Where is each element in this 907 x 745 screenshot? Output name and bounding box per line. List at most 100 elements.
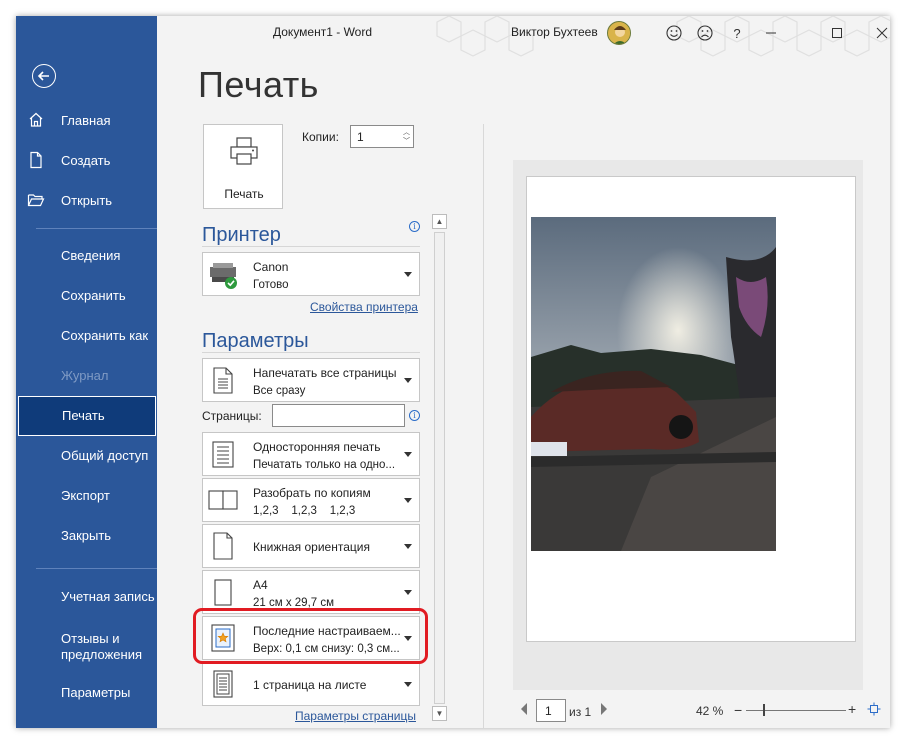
print-button[interactable]: Печать [203,124,283,209]
orientation-dropdown[interactable]: Книжная ориентация [202,524,420,568]
sidebar-item-home[interactable]: Главная [16,100,157,140]
new-document-icon [16,151,56,169]
print-range-line2: Все сразу [253,385,306,397]
user-name[interactable]: Виктор Бухтеев [511,25,598,39]
user-avatar[interactable] [607,21,631,45]
help-button[interactable]: ? [726,22,748,44]
sidebar-item-label: Отзывы и предложения [61,631,143,662]
page-number-input[interactable]: 1 [536,699,566,722]
previous-page-icon[interactable] [519,702,529,719]
settings-section-title: Параметры [202,330,309,352]
sidebar-item-label: Создать [61,152,111,168]
printer-dropdown[interactable]: Canon Готово [202,252,420,296]
margins-line1: Последние настраиваем... [253,624,401,638]
copies-stepper[interactable]: 1 ︿ ﹀ [350,125,414,148]
sidebar-item-save[interactable]: Сохранить [16,276,157,316]
pages-per-sheet-value: 1 страница на листе [253,678,367,692]
frown-feedback-icon[interactable] [694,22,716,44]
pages-per-sheet-dropdown[interactable]: 1 страница на листе [202,662,420,706]
maximize-icon[interactable] [826,22,848,44]
print-range-line1: Напечатать все страницы [253,366,397,380]
sidebar-item-label: Общий доступ [61,448,149,463]
section-divider [202,246,420,247]
collation-line2: 1,2,3 1,2,3 1,2,3 [253,505,356,517]
sidebar-item-account[interactable]: Учетная запись [16,577,157,617]
document-title: Документ1 - Word [273,25,373,39]
sidebar-item-label: Экспорт [61,488,110,503]
sidebar-item-open[interactable]: Открыть [16,180,157,220]
sidebar-item-history: Журнал [16,356,157,396]
page-title: Печать [198,64,319,105]
one-sided-print-icon [207,438,239,470]
chevron-down-icon[interactable]: ﹀ [403,136,410,146]
sides-line2: Печатать только на одно... [253,459,396,471]
scroll-down-icon[interactable]: ▼ [432,706,447,721]
printer-section-title: Принтер [202,224,281,246]
paper-size-icon [207,576,239,608]
scrollbar-track[interactable] [434,232,445,704]
sides-dropdown[interactable]: Односторонняя печать Печатать только на … [202,432,420,476]
title-bar: Документ1 - Word Виктор Бухтеев ? [157,16,890,57]
section-divider [202,352,420,353]
sidebar-item-info[interactable]: Сведения [16,236,157,276]
print-range-dropdown[interactable]: Напечатать все страницы Все сразу [202,358,420,402]
sidebar-item-label: Журнал [61,368,109,383]
zoom-out-icon[interactable]: − [734,702,742,718]
info-icon[interactable]: i [409,221,420,232]
word-window: Главная Создать Открыть Сведения Сохрани… [16,16,890,728]
chevron-down-icon [404,378,412,383]
margins-line2: Верх: 0,1 см снизу: 0,3 см... [253,643,400,655]
paper-size-line2: 21 см x 29,7 см [253,597,335,609]
zoom-in-icon[interactable]: + [848,701,856,717]
sidebar-divider [36,568,157,569]
background-pattern [436,16,890,57]
chevron-down-icon [404,544,412,549]
sidebar-item-label: Сохранить [61,288,126,303]
fit-to-page-icon[interactable] [867,702,881,719]
minimize-icon[interactable] [760,22,782,44]
info-icon[interactable]: i [409,410,420,421]
back-button[interactable] [32,64,56,88]
pages-input[interactable] [272,404,405,427]
settings-scrollbar[interactable]: ▲ ▼ [432,214,447,722]
next-page-icon[interactable] [599,702,609,719]
printer-ready-icon [207,258,239,290]
pane-divider [483,124,484,728]
sidebar-item-share[interactable]: Общий доступ [16,436,157,476]
sidebar-item-export[interactable]: Экспорт [16,476,157,516]
sidebar-item-save-as[interactable]: Сохранить как [16,316,157,356]
printer-icon [230,137,258,165]
sidebar-item-label: Открыть [61,192,113,208]
page-setup-link[interactable]: Параметры страницы [295,709,416,723]
page-count: из 1 [569,705,592,719]
smile-feedback-icon[interactable] [663,22,685,44]
zoom-slider-thumb[interactable] [763,704,765,716]
paper-size-dropdown[interactable]: A4 21 см x 29,7 см [202,570,420,614]
zoom-slider[interactable] [746,710,846,711]
sidebar-item-feedback[interactable]: Отзывы и предложения [16,625,157,669]
print-button-label: Печать [224,187,264,201]
sidebar-item-options[interactable]: Параметры [16,673,157,713]
collation-line1: Разобрать по копиям [253,486,371,500]
sidebar-item-label: Печать [62,408,105,423]
sides-line1: Односторонняя печать [253,440,381,454]
pages-per-sheet-icon [207,668,239,700]
zoom-level: 42 % [696,704,724,718]
scroll-up-icon[interactable]: ▲ [432,214,447,229]
sidebar-item-new[interactable]: Создать [16,140,157,180]
sidebar-item-label: Параметры [61,685,131,700]
margins-dropdown[interactable]: Последние настраиваем... Верх: 0,1 см сн… [202,616,420,660]
folder-icon [16,191,56,209]
copies-label: Копии: [302,130,339,144]
chevron-down-icon [404,636,412,641]
collate-icon [207,484,239,516]
sidebar-item-print[interactable]: Печать [18,396,156,436]
sidebar-item-label: Учетная запись [61,589,155,604]
collation-dropdown[interactable]: Разобрать по копиям 1,2,3 1,2,3 1,2,3 [202,478,420,522]
sidebar-item-close[interactable]: Закрыть [16,516,157,556]
copies-value: 1 [357,130,364,144]
printer-properties-link[interactable]: Свойства принтера [310,300,418,314]
paper-size-line1: A4 [253,578,268,592]
arrow-left-icon [37,71,49,81]
close-icon[interactable] [871,22,890,44]
